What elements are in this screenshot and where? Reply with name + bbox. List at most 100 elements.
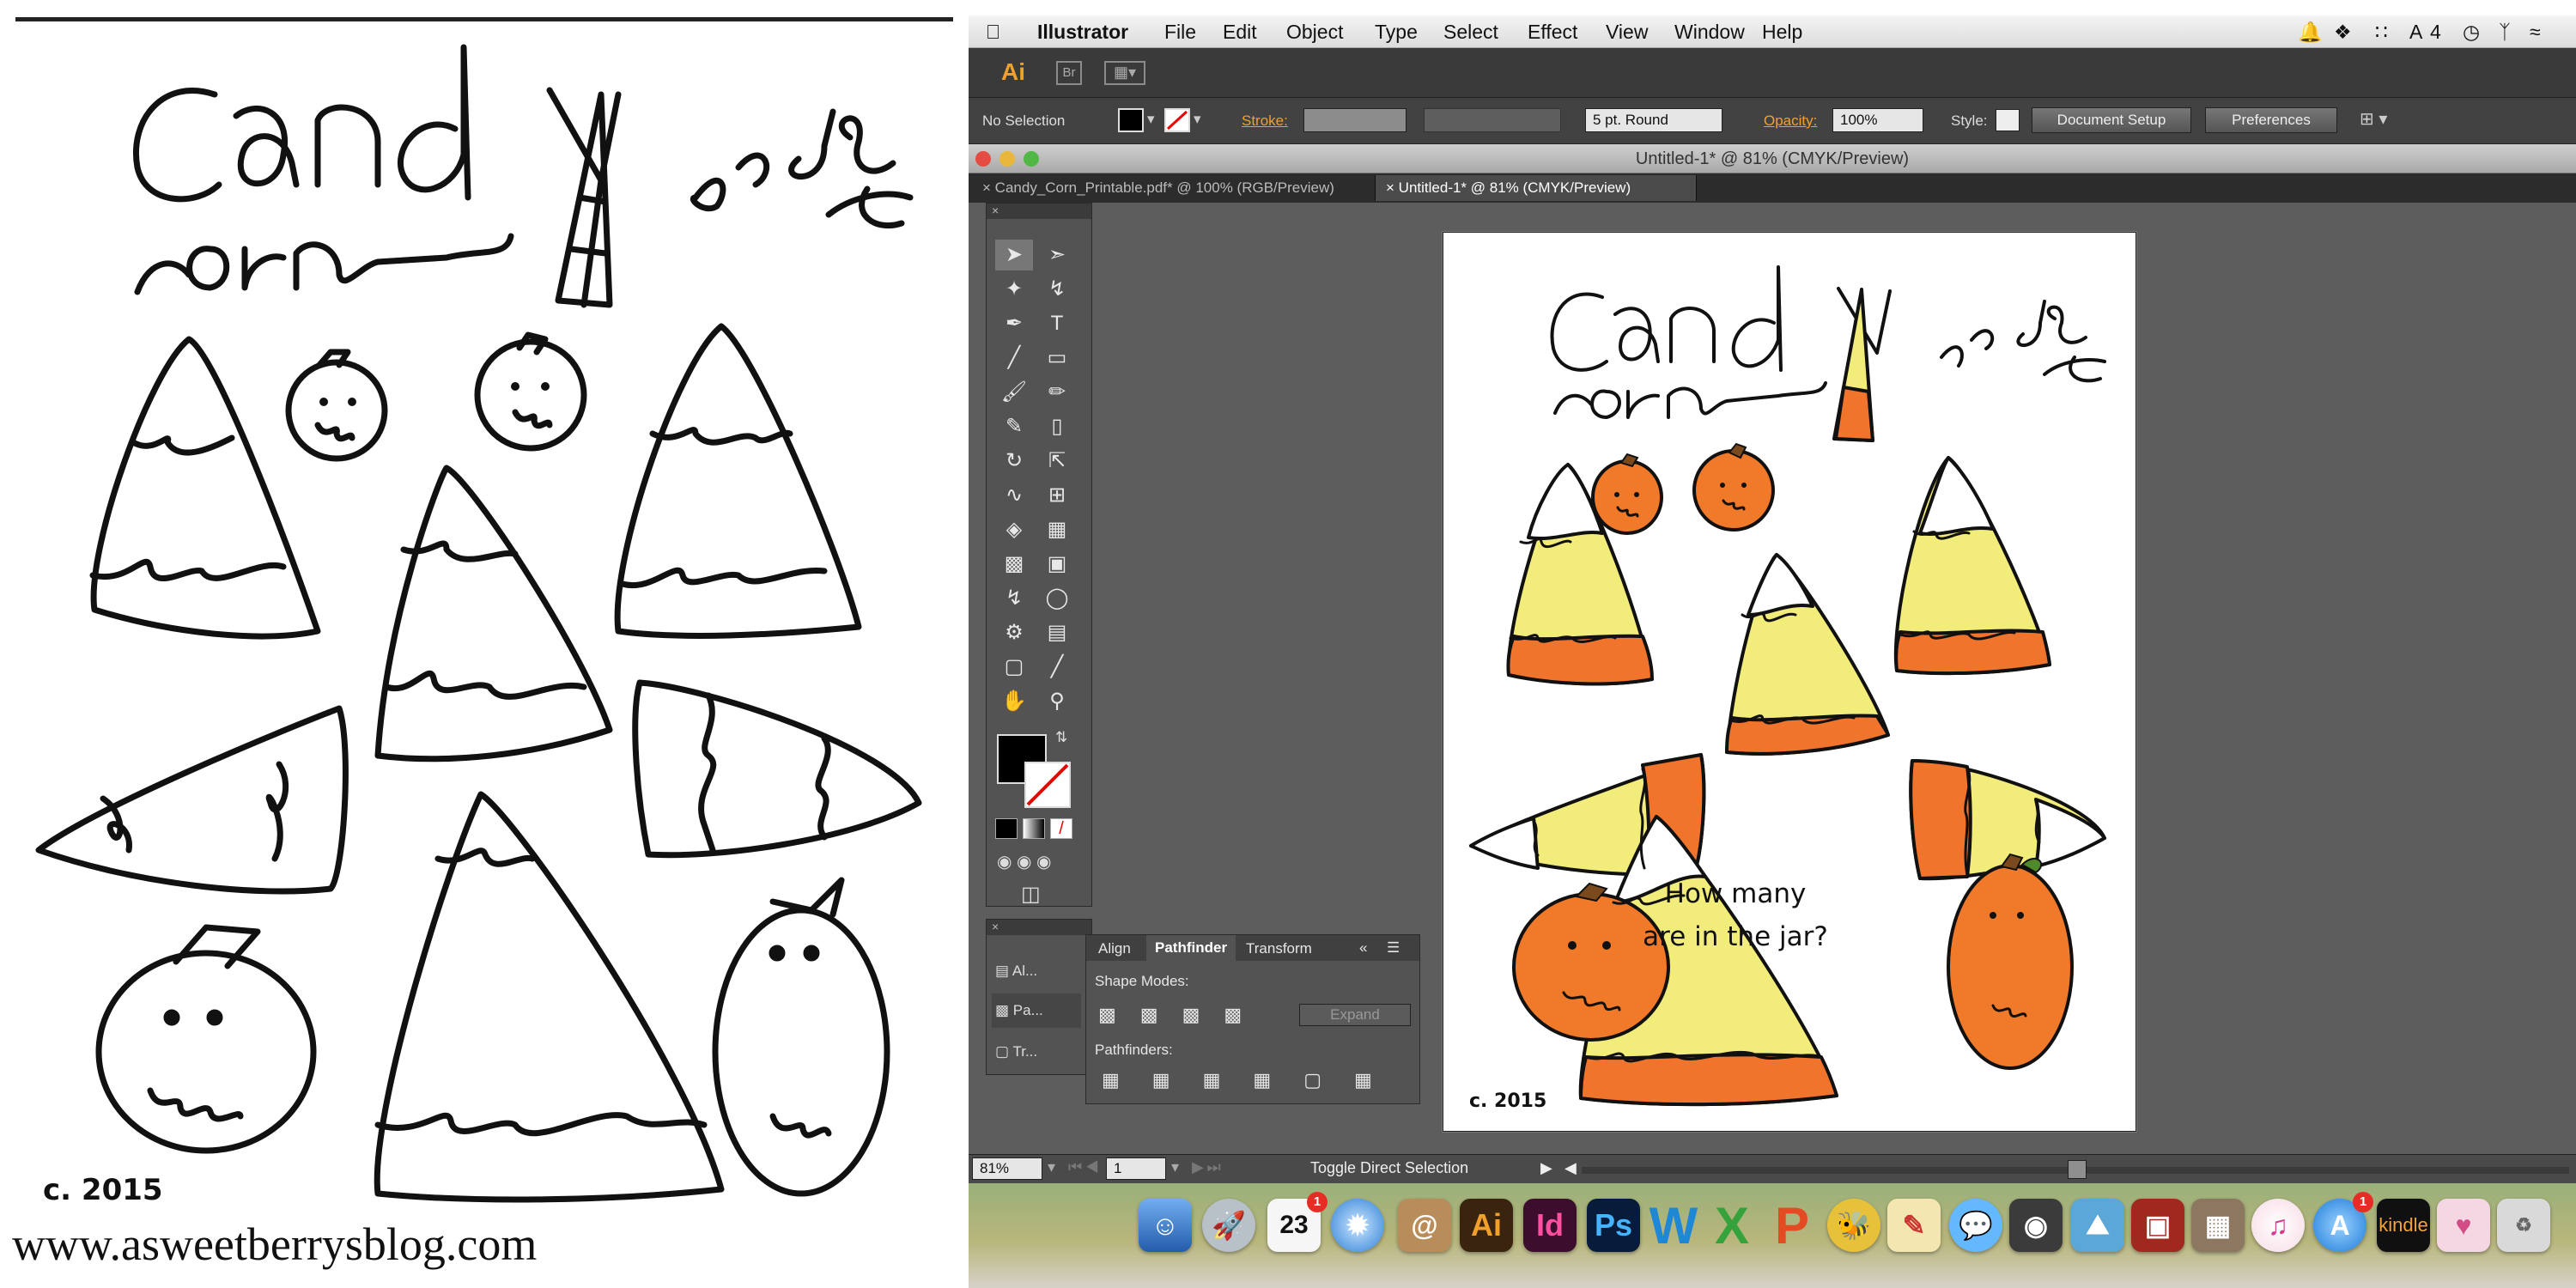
panel-menu-icon[interactable]: ☰: [1387, 939, 1400, 957]
paintbrush-tool-icon[interactable]: 🖌: [995, 377, 1033, 408]
minus-front-icon[interactable]: ▩: [1140, 1004, 1158, 1026]
transform-panel-button[interactable]: ▢ Tr...: [995, 1036, 1081, 1067]
artboard-tool-icon[interactable]: ▢: [995, 652, 1033, 683]
menu-illustrator[interactable]: Illustrator: [1037, 21, 1128, 44]
scale-tool-icon[interactable]: ⇱: [1038, 446, 1076, 477]
pathfinder-panel-button[interactable]: ▩ Pa...: [992, 993, 1081, 1028]
slice-tool-icon[interactable]: ╱: [1038, 652, 1076, 683]
close-tab-icon[interactable]: ×: [982, 179, 991, 196]
eyedropper-tool-icon[interactable]: ↯: [995, 583, 1033, 614]
hand-tool-icon[interactable]: ✋: [995, 686, 1033, 717]
minimize-window-icon[interactable]: [999, 151, 1015, 167]
eraser-tool-icon[interactable]: ▯: [1038, 411, 1076, 442]
launchpad-icon[interactable]: 🚀: [1202, 1199, 1255, 1252]
exclude-icon[interactable]: ▩: [1224, 1004, 1242, 1026]
swap-colors-icon[interactable]: ⇅: [1055, 729, 1067, 746]
calendar-icon[interactable]: 23 1: [1267, 1192, 1327, 1252]
close-tab-icon[interactable]: ×: [1386, 179, 1394, 196]
safari-icon[interactable]: ✹: [1331, 1199, 1384, 1252]
illustrator-dock-icon[interactable]: Ai: [1460, 1199, 1513, 1252]
outline-icon[interactable]: ▢: [1303, 1069, 1321, 1091]
image-capture-icon[interactable]: ▦: [2191, 1199, 2245, 1252]
heart-app-icon[interactable]: ♥: [2437, 1199, 2490, 1252]
time-machine-icon[interactable]: ◷: [2463, 21, 2480, 44]
minus-back-icon[interactable]: ▦: [1354, 1069, 1372, 1091]
align-panel-button[interactable]: ▤ Al...: [995, 956, 1081, 987]
scroll-left-icon[interactable]: ◀: [1564, 1159, 1577, 1177]
perspective-grid-tool-icon[interactable]: ▦: [1038, 514, 1076, 545]
notes-icon[interactable]: ✎: [1887, 1199, 1941, 1252]
powerpoint-icon[interactable]: P: [1765, 1197, 1819, 1255]
tab-untitled-1[interactable]: × Untitled-1* @ 81% (CMYK/Preview): [1376, 175, 1697, 201]
lasso-tool-icon[interactable]: ↯: [1038, 274, 1076, 305]
crop-icon[interactable]: ▦: [1253, 1069, 1271, 1091]
apple-icon[interactable]: : [986, 21, 1000, 44]
kindle-icon[interactable]: kindle: [2377, 1199, 2430, 1252]
scroll-thumb[interactable]: [2068, 1160, 2087, 1179]
zoom-tool-icon[interactable]: ⚲: [1038, 686, 1076, 717]
collapse-panel-icon[interactable]: «: [1359, 939, 1367, 957]
menu-type[interactable]: Type: [1375, 21, 1418, 44]
stroke-dropdown-icon[interactable]: ▾: [1194, 111, 1201, 128]
indesign-dock-icon[interactable]: Id: [1523, 1199, 1577, 1252]
excel-icon[interactable]: X: [1705, 1197, 1759, 1255]
zoom-window-icon[interactable]: [1024, 151, 1039, 167]
menu-window[interactable]: Window: [1674, 21, 1745, 44]
magic-wand-tool-icon[interactable]: ✦: [995, 274, 1033, 305]
line-tool-icon[interactable]: ╱: [995, 343, 1033, 374]
word-icon[interactable]: W: [1647, 1197, 1700, 1255]
menu-object[interactable]: Object: [1286, 21, 1343, 44]
pencil-tool-icon[interactable]: ✏: [1038, 377, 1076, 408]
fill-dropdown-icon[interactable]: ▾: [1147, 111, 1155, 128]
graph-tool-icon[interactable]: ▤: [1038, 617, 1076, 648]
tab-align[interactable]: Align: [1098, 940, 1131, 957]
brush-definition-field[interactable]: 5 pt. Round: [1585, 108, 1722, 132]
artboard-dropdown-icon[interactable]: ▾: [1171, 1158, 1179, 1176]
tab-candy-corn-printable[interactable]: × Candy_Corn_Printable.pdf* @ 100% (RGB/…: [972, 175, 1376, 201]
bridge-button[interactable]: Br: [1056, 61, 1082, 85]
selection-tool-icon[interactable]: ➤: [995, 240, 1033, 270]
preferences-button[interactable]: Preferences: [2205, 107, 2337, 133]
artboard-number-field[interactable]: 1: [1106, 1157, 1166, 1180]
menu-select[interactable]: Select: [1443, 21, 1498, 44]
bluetooth-icon[interactable]: ᛉ: [2499, 21, 2511, 44]
warp-tool-icon[interactable]: ∿: [995, 480, 1033, 511]
itunes-icon[interactable]: ♫: [2251, 1199, 2305, 1252]
zoom-dropdown-icon[interactable]: ▾: [1048, 1158, 1055, 1176]
intersect-icon[interactable]: ▩: [1182, 1004, 1200, 1026]
facetime-icon[interactable]: ◉: [2009, 1199, 2063, 1252]
trim-icon[interactable]: ▦: [1152, 1069, 1170, 1091]
messages-icon[interactable]: 💬: [1949, 1199, 2002, 1252]
contacts-icon[interactable]: @: [1398, 1199, 1451, 1252]
opacity-field[interactable]: 100%: [1832, 108, 1923, 132]
stroke-color-swatch[interactable]: [1024, 762, 1071, 808]
tab-transform[interactable]: Transform: [1246, 940, 1312, 957]
mesh-tool-icon[interactable]: ▩: [995, 549, 1033, 580]
draw-mode-icons[interactable]: ◉ ◉ ◉: [997, 851, 1051, 872]
notifications-icon[interactable]: 🔔: [2298, 21, 2323, 44]
wifi-icon[interactable]: ≈: [2530, 21, 2541, 44]
color-mode-icon[interactable]: [995, 818, 1018, 839]
menu-file[interactable]: File: [1164, 21, 1196, 44]
shape-builder-tool-icon[interactable]: ◈: [995, 514, 1033, 545]
blob-brush-tool-icon[interactable]: ✎: [995, 411, 1033, 442]
rotate-tool-icon[interactable]: ↻: [995, 446, 1033, 477]
blend-tool-icon[interactable]: ◯: [1038, 583, 1076, 614]
preview-icon[interactable]: ⛰: [2071, 1199, 2124, 1252]
free-transform-tool-icon[interactable]: ⊞: [1038, 480, 1076, 511]
none-mode-icon[interactable]: /: [1050, 818, 1072, 839]
tab-pathfinder[interactable]: Pathfinder: [1146, 935, 1236, 961]
menu-effect[interactable]: Effect: [1528, 21, 1577, 44]
screen-mode-icon[interactable]: ◫: [1021, 882, 1041, 907]
artboard[interactable]: c. 2015 How many are in the jar?: [1443, 232, 2136, 1132]
trash-icon[interactable]: ♻: [2497, 1199, 2550, 1252]
menu-help[interactable]: Help: [1762, 21, 1802, 44]
bee-app-icon[interactable]: 🐝: [1827, 1199, 1880, 1252]
dropbox-icon[interactable]: ❖: [2334, 21, 2352, 44]
pen-tool-icon[interactable]: ✒: [995, 308, 1033, 339]
opacity-label[interactable]: Opacity:: [1764, 112, 1817, 130]
direct-selection-tool-icon[interactable]: ➣: [1038, 240, 1076, 270]
document-setup-button[interactable]: Document Setup: [2032, 107, 2191, 133]
photoshop-dock-icon[interactable]: Ps: [1587, 1199, 1640, 1252]
photo-booth-icon[interactable]: ▣: [2131, 1199, 2184, 1252]
